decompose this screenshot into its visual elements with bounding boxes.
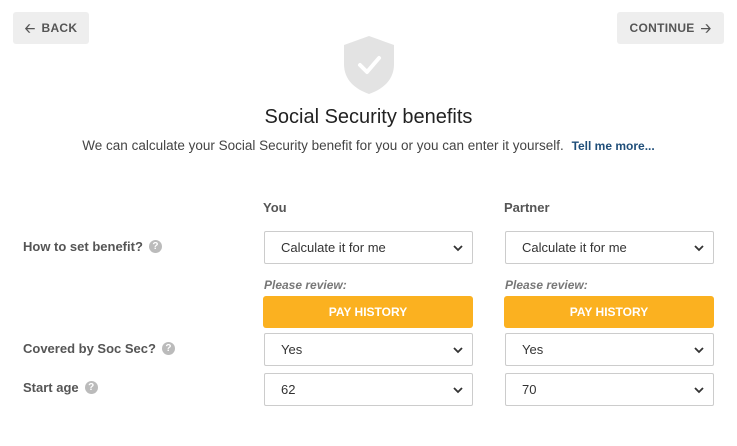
arrow-left-icon: 🡠: [24, 20, 36, 36]
you-pay-history-button[interactable]: PAY HISTORY: [263, 296, 473, 328]
you-covered-value: Yes: [281, 342, 303, 357]
chevron-down-icon: [453, 346, 463, 353]
subtitle-text: We can calculate your Social Security be…: [82, 138, 564, 153]
partner-covered-value: Yes: [522, 342, 544, 357]
row-label-start-age: Start age ?: [23, 380, 98, 395]
question-circle-icon[interactable]: ?: [161, 342, 175, 355]
column-header-you: You: [263, 200, 287, 215]
partner-pay-history-button[interactable]: PAY HISTORY: [504, 296, 714, 328]
question-circle-icon[interactable]: ?: [84, 381, 98, 394]
tell-me-more-link[interactable]: Tell me more...: [572, 139, 655, 153]
shield-check-icon: [344, 36, 394, 94]
chevron-down-icon: [694, 386, 704, 393]
you-start-age-select[interactable]: 62: [264, 373, 473, 406]
you-benefit-select[interactable]: Calculate it for me: [264, 231, 473, 264]
partner-start-age-value: 70: [522, 382, 537, 397]
benefit-label-text: How to set benefit?: [23, 239, 143, 254]
you-covered-select[interactable]: Yes: [264, 333, 473, 366]
row-label-covered: Covered by Soc Sec? ?: [23, 341, 175, 356]
back-button[interactable]: 🡠 BACK: [13, 12, 89, 44]
partner-covered-select[interactable]: Yes: [505, 333, 714, 366]
page-title: Social Security benefits: [264, 106, 473, 128]
you-review-label: Please review:: [264, 278, 347, 292]
continue-button-label: CONTINUE: [629, 21, 695, 35]
row-label-benefit: How to set benefit? ?: [23, 239, 162, 254]
continue-button[interactable]: CONTINUE 🡢: [617, 12, 724, 44]
partner-start-age-select[interactable]: 70: [505, 373, 714, 406]
chevron-down-icon: [453, 386, 463, 393]
page-subtitle: We can calculate your Social Security be…: [0, 138, 737, 153]
question-circle-icon[interactable]: ?: [148, 240, 162, 253]
you-start-age-value: 62: [281, 382, 296, 397]
partner-benefit-select[interactable]: Calculate it for me: [505, 231, 714, 264]
chevron-down-icon: [694, 244, 704, 251]
covered-label-text: Covered by Soc Sec?: [23, 341, 156, 356]
start-age-label-text: Start age: [23, 380, 79, 395]
chevron-down-icon: [453, 244, 463, 251]
partner-benefit-value: Calculate it for me: [522, 240, 627, 255]
chevron-down-icon: [694, 346, 704, 353]
column-header-partner: Partner: [504, 200, 550, 215]
partner-review-label: Please review:: [505, 278, 588, 292]
you-benefit-value: Calculate it for me: [281, 240, 386, 255]
back-button-label: BACK: [41, 21, 78, 35]
arrow-right-icon: 🡢: [700, 20, 712, 36]
